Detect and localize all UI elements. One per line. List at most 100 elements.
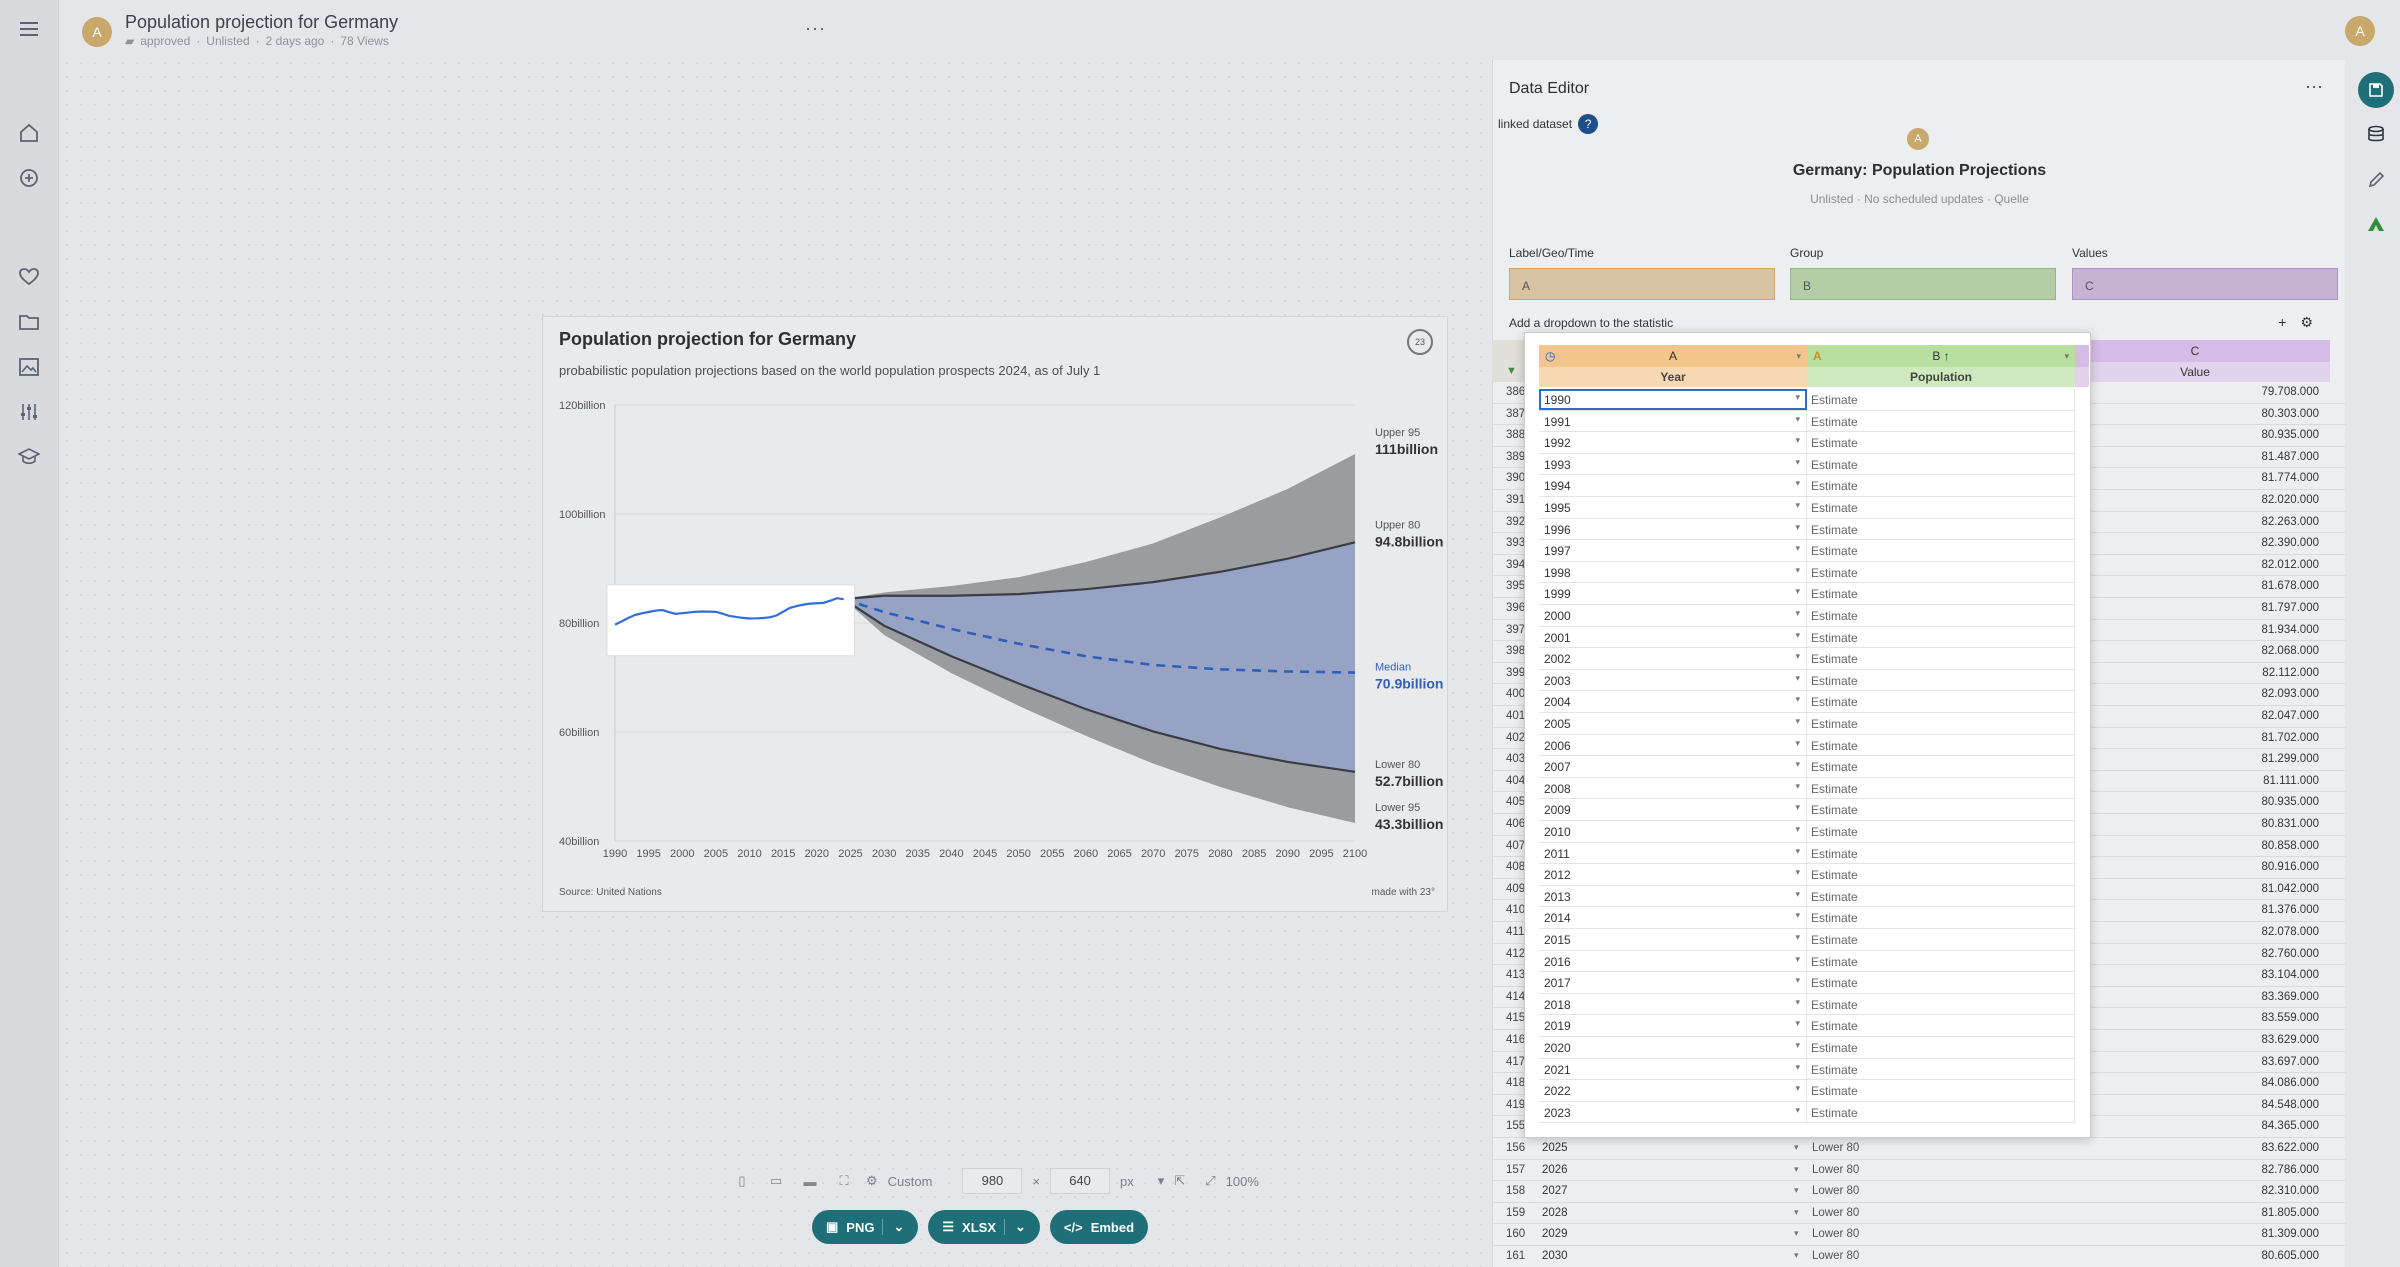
column-c-name[interactable]: Value	[2060, 362, 2330, 382]
value-cell[interactable]: 81.678.000	[2261, 580, 2319, 592]
dropdown-icon[interactable]: ▾	[1795, 954, 1800, 965]
more-options-button[interactable]: ···	[805, 18, 826, 39]
group-cell[interactable]: Estimate	[1807, 410, 2075, 432]
height-input[interactable]: 640	[1050, 1168, 1111, 1194]
value-cell[interactable]: 83.697.000	[2261, 1056, 2319, 1068]
value-cell[interactable]: 83.622.000	[2261, 1142, 2319, 1154]
dropdown-icon[interactable]: ▾	[1795, 673, 1800, 684]
year-cell[interactable]: 2011 ▾	[1539, 842, 1807, 864]
heart-icon[interactable]	[16, 264, 42, 290]
dropdown-icon[interactable]: ▾	[1795, 543, 1800, 554]
table-row[interactable]: 2007 ▾ Estimate	[1539, 756, 2075, 778]
editor-more-button[interactable]: ···	[2305, 76, 2323, 97]
year-cell[interactable]: 2007 ▾	[1539, 756, 1807, 777]
phone-icon[interactable]: ▯	[730, 1173, 754, 1189]
table-row[interactable]: 1994 ▾ Estimate	[1539, 475, 2075, 497]
dropdown-icon[interactable]: ▾	[1795, 457, 1800, 468]
filter-icon[interactable]: ▼	[1506, 365, 1517, 377]
year-cell[interactable]: 2019 ▾	[1539, 1015, 1807, 1036]
group-cell[interactable]: Estimate	[1807, 734, 2075, 756]
table-row[interactable]: 159 2028 ▾ Lower 80 81.805.000	[1492, 1203, 2345, 1225]
group-cell[interactable]: Estimate	[1807, 885, 2075, 907]
year-cell[interactable]: 2001 ▾	[1539, 626, 1807, 648]
dropdown-icon[interactable]: ▾	[1795, 781, 1800, 792]
value-cell[interactable]: 80.935.000	[2261, 429, 2319, 441]
value-cell[interactable]: 82.068.000	[2261, 645, 2319, 657]
table-row[interactable]: 2003 ▾ Estimate	[1539, 669, 2075, 692]
dropdown-icon[interactable]: ▾	[1794, 1207, 1799, 1218]
dropdown-icon[interactable]: ▾	[1794, 1185, 1799, 1196]
group-cell[interactable]: Estimate	[1807, 713, 2075, 734]
dropdown-icon[interactable]: ▾	[1795, 867, 1800, 878]
dropdown-icon[interactable]: ▾	[1795, 997, 1800, 1008]
dropdown-icon[interactable]: ▾	[1795, 975, 1800, 986]
table-row[interactable]: 161 2030 ▾ Lower 80 80.605.000	[1492, 1246, 2345, 1267]
author-avatar[interactable]: A	[82, 17, 112, 47]
table-row[interactable]: 1995 ▾ Estimate	[1539, 497, 2075, 519]
group-cell[interactable]: Lower 80	[1812, 1207, 1859, 1219]
group-cell[interactable]: Lower 80	[1812, 1142, 1859, 1154]
group-cell[interactable]: Estimate	[1807, 561, 2075, 583]
year-cell[interactable]: 2009 ▾	[1539, 799, 1807, 820]
table-row[interactable]: 2010 ▾ Estimate	[1539, 821, 2075, 843]
table-row[interactable]: 2004 ▾ Estimate	[1539, 691, 2075, 713]
chevron-down-icon[interactable]: ⌄	[882, 1219, 904, 1235]
table-row[interactable]: 2020 ▾ Estimate	[1539, 1037, 2075, 1059]
year-cell[interactable]: 1992 ▾	[1539, 432, 1807, 453]
table-row[interactable]: 2023 ▾ Estimate	[1539, 1101, 2075, 1124]
year-cell[interactable]: 2008 ▾	[1539, 777, 1807, 799]
dropdown-icon[interactable]: ▾	[1795, 738, 1800, 749]
database-icon[interactable]	[2358, 116, 2394, 152]
value-cell[interactable]: 80.303.000	[2261, 408, 2319, 420]
table-row[interactable]: 157 2026 ▾ Lower 80 82.786.000	[1492, 1160, 2345, 1182]
group-cell[interactable]: Estimate	[1807, 907, 2075, 928]
year-cell[interactable]: 2013 ▾	[1539, 885, 1807, 907]
table-row[interactable]: 1993 ▾ Estimate	[1539, 453, 2075, 476]
value-cell[interactable]: 81.309.000	[2261, 1228, 2319, 1240]
group-cell[interactable]: Estimate	[1807, 669, 2075, 691]
folder-icon[interactable]	[16, 309, 42, 335]
year-cell[interactable]: 2010 ▾	[1539, 821, 1807, 842]
group-cell[interactable]: Estimate	[1807, 648, 2075, 669]
value-cell[interactable]: 80.858.000	[2261, 840, 2319, 852]
dropdown-icon[interactable]: ▾	[1795, 1083, 1800, 1094]
value-cell[interactable]: 81.934.000	[2261, 624, 2319, 636]
gear-icon[interactable]: ⚙	[866, 1173, 878, 1189]
column-b-name[interactable]: Population	[1807, 367, 2075, 387]
zoom-icon[interactable]: ⤢	[1205, 1173, 1215, 1189]
value-cell[interactable]: 80.831.000	[2261, 818, 2319, 830]
year-cell[interactable]: 2012 ▾	[1539, 864, 1807, 885]
table-row[interactable]: 2009 ▾ Estimate	[1539, 799, 2075, 821]
year-cell[interactable]: 2022 ▾	[1539, 1080, 1807, 1101]
year-cell[interactable]: 2026	[1542, 1164, 1568, 1176]
group-cell[interactable]: Estimate	[1807, 1080, 2075, 1101]
year-cell[interactable]: 1993 ▾	[1539, 453, 1807, 475]
group-cell[interactable]: Estimate	[1807, 972, 2075, 993]
year-cell[interactable]: 2004 ▾	[1539, 691, 1807, 712]
year-cell[interactable]: 2002 ▾	[1539, 648, 1807, 669]
value-cell[interactable]: 81.376.000	[2261, 904, 2319, 916]
year-cell[interactable]: 2015 ▾	[1539, 929, 1807, 950]
column-a-menu-icon[interactable]: ▾	[1796, 345, 1801, 367]
sliders-icon[interactable]	[16, 399, 42, 425]
value-cell[interactable]: 84.086.000	[2261, 1077, 2319, 1089]
size-preset[interactable]: Custom	[888, 1174, 933, 1189]
group-cell[interactable]: Estimate	[1807, 821, 2075, 842]
dropdown-icon[interactable]: ▾	[1795, 694, 1800, 705]
group-cell[interactable]: Lower 80	[1812, 1164, 1859, 1176]
value-cell[interactable]: 84.365.000	[2261, 1120, 2319, 1132]
dropdown-icon[interactable]: ▾	[1795, 435, 1800, 446]
year-cell[interactable]: 1995 ▾	[1539, 497, 1807, 518]
value-cell[interactable]: 84.548.000	[2261, 1099, 2319, 1111]
embed-button[interactable]: </> Embed	[1049, 1210, 1149, 1244]
user-avatar[interactable]: A	[2345, 16, 2375, 46]
group-cell[interactable]: Estimate	[1807, 1058, 2075, 1080]
group-cell[interactable]: Estimate	[1807, 1037, 2075, 1058]
year-cell[interactable]: 2025	[1542, 1142, 1568, 1154]
group-cell[interactable]: Estimate	[1807, 518, 2075, 540]
year-cell[interactable]: 2030	[1542, 1250, 1568, 1262]
year-cell[interactable]: 2021 ▾	[1539, 1058, 1807, 1080]
year-cell[interactable]: 2000 ▾	[1539, 605, 1807, 626]
dropdown-icon[interactable]: ▾	[1795, 1105, 1800, 1116]
folder-name[interactable]: approved	[140, 34, 190, 48]
